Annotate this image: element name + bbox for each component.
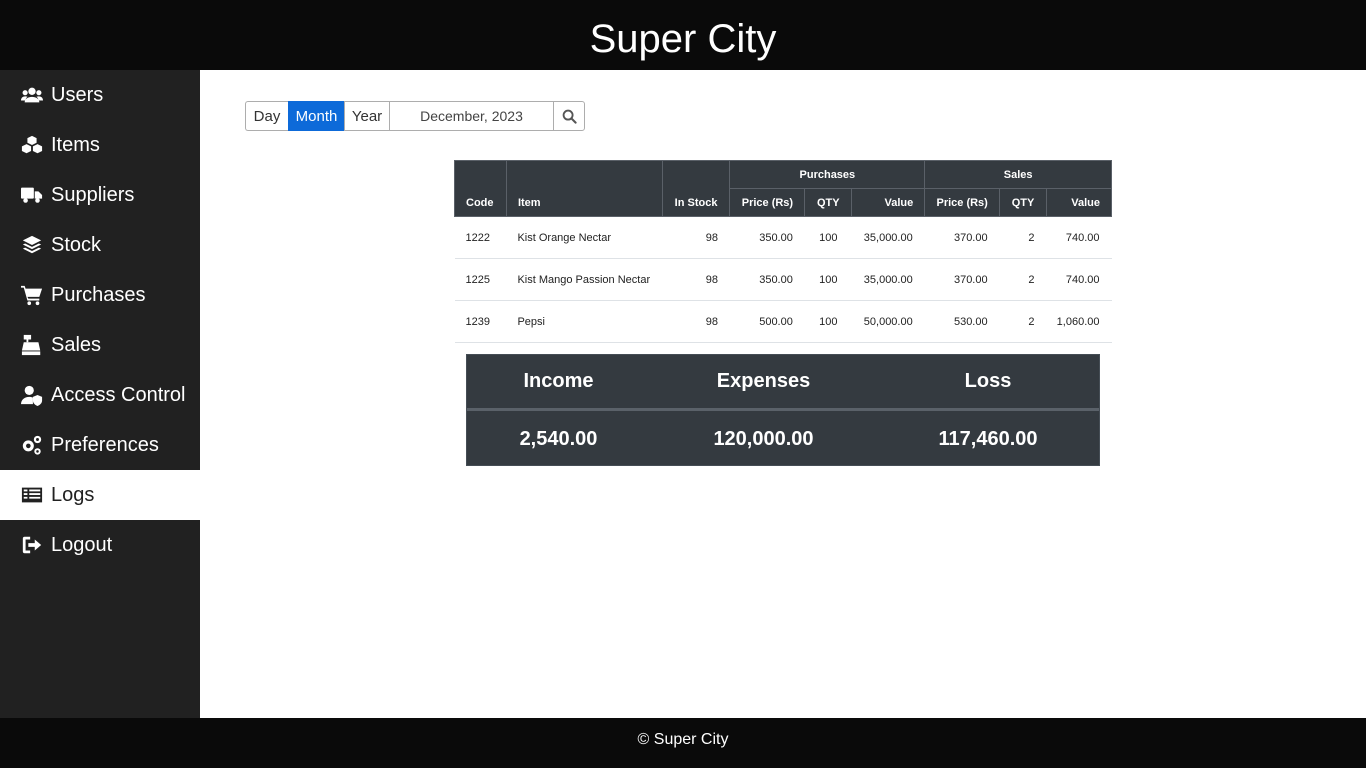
sidebar-item-items[interactable]: Items	[0, 120, 200, 170]
cell-purchase-qty: 100	[804, 300, 852, 343]
table-row: 1239 Pepsi 98 500.00 100 50,000.00 530.0…	[454, 300, 1112, 343]
sidebar-item-logout[interactable]: Logout	[0, 520, 200, 570]
cash-register-icon	[20, 333, 44, 357]
table-row: 1222 Kist Orange Nectar 98 350.00 100 35…	[454, 216, 1112, 259]
cell-sale-qty: 2	[999, 300, 1047, 343]
cell-purchase-value: 50,000.00	[851, 300, 925, 343]
cell-item: Kist Orange Nectar	[506, 216, 663, 259]
cell-purchase-value: 35,000.00	[851, 258, 925, 301]
month-button[interactable]: Month	[288, 101, 344, 131]
stock-table: Code Item In Stock Purchases Sales Price…	[454, 160, 1112, 343]
cell-in-stock: 98	[662, 216, 730, 259]
cell-sale-value: 1,060.00	[1046, 300, 1112, 343]
cell-sale-qty: 2	[999, 258, 1047, 301]
header-code: Code	[454, 160, 507, 217]
sidebar-item-label: Items	[51, 133, 100, 156]
search-icon	[562, 109, 577, 124]
main-content: Day Month Year December, 2023 Code Item …	[200, 70, 1366, 718]
gears-icon	[20, 433, 44, 457]
cell-code: 1225	[454, 258, 507, 301]
sidebar-item-purchases[interactable]: Purchases	[0, 270, 200, 320]
sidebar-item-label: Stock	[51, 233, 102, 256]
header-sale-price: Price (Rs)	[924, 188, 1001, 217]
layers-icon	[20, 233, 44, 257]
users-icon	[20, 83, 44, 107]
cell-purchase-price: 500.00	[729, 300, 805, 343]
loss-value: 117,460.00	[938, 427, 1038, 450]
date-input[interactable]: December, 2023	[389, 101, 553, 131]
cell-purchase-value: 35,000.00	[851, 216, 925, 259]
cell-item: Kist Mango Passion Nectar	[506, 258, 663, 301]
user-shield-icon	[20, 383, 44, 407]
truck-icon	[20, 183, 44, 207]
sidebar-item-suppliers[interactable]: Suppliers	[0, 170, 200, 220]
expenses-label: Expenses	[716, 370, 811, 392]
header-sale-qty: QTY	[999, 188, 1048, 217]
cell-in-stock: 98	[662, 258, 730, 301]
sidebar-item-label: Preferences	[51, 433, 159, 456]
cell-sale-value: 740.00	[1046, 258, 1112, 301]
app-header: Super City	[0, 0, 1366, 70]
sidebar-item-sales[interactable]: Sales	[0, 320, 200, 370]
logout-icon	[20, 533, 44, 557]
cell-sale-price: 370.00	[924, 216, 1000, 259]
cell-purchase-price: 350.00	[729, 258, 805, 301]
cell-code: 1239	[454, 300, 507, 343]
summary-value-row: 2,540.00 120,000.00 117,460.00	[467, 411, 1099, 467]
sidebar-item-label: Suppliers	[51, 183, 135, 206]
header-item: Item	[505, 160, 663, 217]
cell-purchase-qty: 100	[804, 216, 852, 259]
header-in-stock: In Stock	[661, 160, 731, 217]
cell-item: Pepsi	[506, 300, 663, 343]
summary-header-row: Income Expenses Loss	[467, 355, 1099, 411]
cell-in-stock: 98	[662, 300, 730, 343]
sidebar-item-label: Users	[51, 83, 104, 106]
footer-text: © Super City	[637, 731, 729, 748]
cell-sale-qty: 2	[999, 216, 1047, 259]
cell-sale-value: 740.00	[1046, 216, 1112, 259]
sidebar-item-label: Logout	[51, 533, 113, 556]
sidebar-item-users[interactable]: Users	[0, 70, 200, 120]
sidebar-item-preferences[interactable]: Preferences	[0, 420, 200, 470]
app-title: Super City	[589, 17, 777, 61]
header-sales: Sales	[924, 160, 1112, 189]
cell-purchase-price: 350.00	[729, 216, 805, 259]
header-purchase-value: Value	[851, 188, 926, 217]
sidebar-item-label: Access Control	[51, 383, 186, 406]
sidebar-item-label: Logs	[51, 483, 95, 506]
sidebar: Users Items Suppliers Stock Purchases Sa…	[0, 70, 200, 718]
day-button[interactable]: Day	[245, 101, 288, 131]
income-value: 2,540.00	[519, 427, 598, 450]
table-row: 1225 Kist Mango Passion Nectar 98 350.00…	[454, 258, 1112, 301]
expenses-value: 120,000.00	[713, 427, 814, 450]
cell-code: 1222	[454, 216, 507, 259]
year-button[interactable]: Year	[344, 101, 389, 131]
sidebar-item-stock[interactable]: Stock	[0, 220, 200, 270]
cell-sale-price: 530.00	[924, 300, 1000, 343]
header-purchases: Purchases	[729, 160, 926, 189]
header-purchase-price: Price (Rs)	[729, 188, 806, 217]
app-footer: © Super City	[0, 718, 1366, 768]
header-purchase-qty: QTY	[804, 188, 853, 217]
search-button[interactable]	[553, 101, 585, 131]
sidebar-item-label: Purchases	[51, 283, 146, 306]
list-icon	[20, 483, 44, 507]
cell-sale-price: 370.00	[924, 258, 1000, 301]
period-filter: Day Month Year December, 2023	[245, 101, 585, 131]
cart-icon	[20, 283, 44, 307]
sidebar-item-label: Sales	[51, 333, 102, 356]
income-label: Income	[523, 370, 594, 392]
header-sale-value: Value	[1046, 188, 1112, 217]
summary-panel: Income Expenses Loss 2,540.00 120,000.00…	[466, 354, 1100, 466]
loss-label: Loss	[964, 370, 1012, 392]
cell-purchase-qty: 100	[804, 258, 852, 301]
sidebar-item-logs[interactable]: Logs	[0, 470, 200, 520]
cubes-icon	[20, 133, 44, 157]
sidebar-item-access-control[interactable]: Access Control	[0, 370, 200, 420]
